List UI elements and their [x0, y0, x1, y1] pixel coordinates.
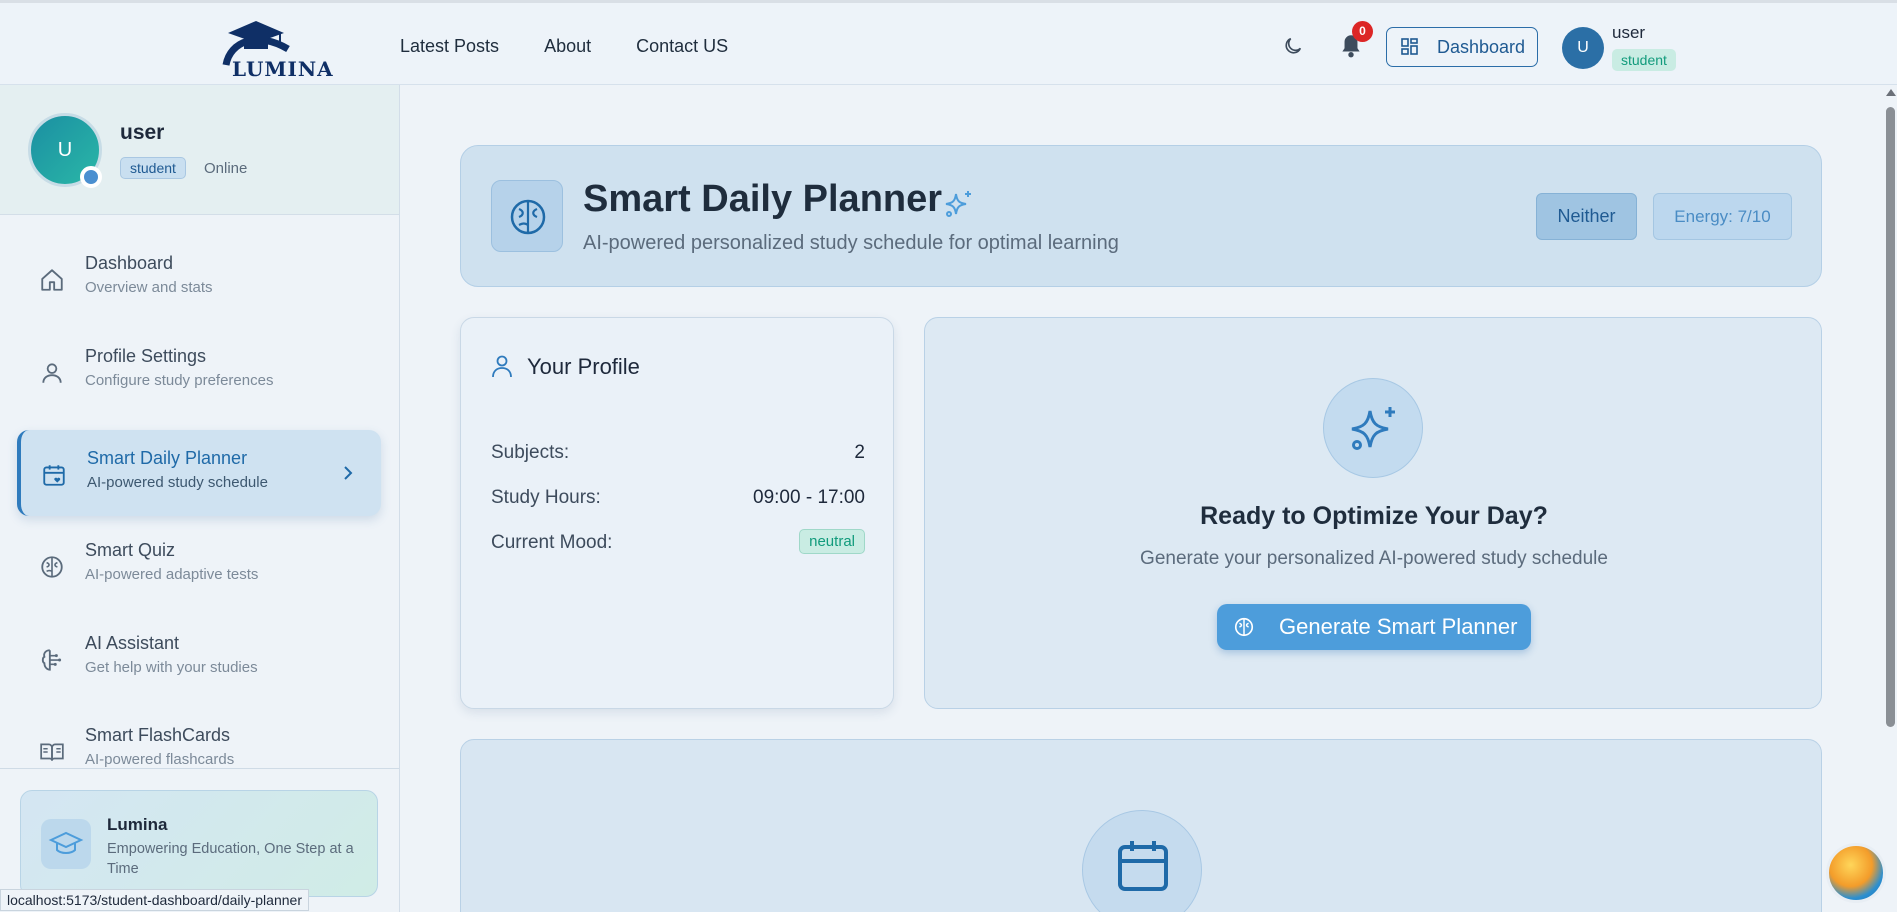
sidebar-item-subtitle: AI-powered adaptive tests — [85, 566, 259, 583]
user-role-badge: student — [1612, 49, 1676, 71]
sidebar-footer-card: Lumina Empowering Education, One Step at… — [20, 790, 378, 897]
sidebar-footer-icon-box — [41, 819, 91, 869]
chevron-right-icon — [344, 466, 353, 480]
sidebar-menu: Dashboard Overview and stats Profile Set… — [0, 235, 399, 770]
online-status-dot — [80, 166, 102, 188]
user-icon — [42, 363, 62, 383]
nav-link-about[interactable]: About — [544, 36, 591, 57]
ready-card-title: Ready to Optimize Your Day? — [1200, 502, 1548, 530]
brain-circuit-icon — [41, 649, 62, 671]
book-open-icon — [40, 743, 64, 761]
user-name: user — [1612, 23, 1646, 42]
nav-link-latest-posts[interactable]: Latest Posts — [400, 36, 499, 57]
generate-smart-planner-button[interactable]: Generate Smart Planner — [1217, 604, 1531, 650]
notification-count-badge: 0 — [1352, 21, 1373, 42]
profile-card-title: Your Profile — [527, 354, 640, 379]
lumina-logo[interactable]: LUMINA — [218, 19, 333, 81]
your-profile-card: Your Profile Subjects: 2 Study Hours: 09… — [460, 317, 894, 709]
sidebar-item-subtitle: Overview and stats — [85, 279, 213, 296]
sidebar-footer-tagline: Empowering Education, One Step at a Time — [107, 841, 354, 877]
profile-row-label: Current Mood: — [491, 532, 613, 553]
sidebar-item-profile-settings[interactable]: Profile Settings Configure study prefere… — [17, 328, 381, 414]
dashboard-button-label: Dashboard — [1437, 36, 1526, 57]
scrollbar-thumb[interactable] — [1886, 107, 1895, 727]
sidebar-item-title: Profile Settings — [85, 346, 207, 366]
ready-card-subtitle: Generate your personalized AI-powered st… — [1140, 548, 1608, 569]
brain-icon — [1234, 617, 1254, 637]
floating-assistant-button[interactable] — [1826, 843, 1886, 903]
sidebar-item-smart-daily-planner[interactable]: Smart Daily Planner AI-powered study sch… — [17, 430, 381, 516]
calendar-heart-icon — [43, 465, 65, 486]
graduation-cap-icon — [48, 831, 84, 854]
energy-level-chip: Energy: 7/10 — [1653, 193, 1792, 240]
grid-icon — [1401, 38, 1418, 55]
browser-status-url: localhost:5173/student-dashboard/daily-p… — [0, 889, 309, 911]
sidebar-item-subtitle: Configure study preferences — [85, 372, 274, 389]
nav-links: Latest Posts About Contact US — [400, 36, 728, 57]
home-icon — [41, 269, 63, 291]
top-navbar: LUMINA Latest Posts About Contact US 0 D… — [0, 0, 1897, 85]
schedule-placeholder-card — [460, 739, 1822, 912]
logo-text: LUMINA — [232, 57, 334, 81]
calendar-icon-circle — [1082, 810, 1202, 912]
user-avatar[interactable]: U — [1562, 27, 1604, 69]
sidebar-item-subtitle: Get help with your studies — [85, 659, 258, 676]
page-subtitle: AI-powered personalized study schedule f… — [583, 232, 1119, 254]
sparkles-icon — [1351, 407, 1395, 450]
sidebar-divider — [0, 768, 399, 769]
profile-row-subjects: Subjects: 2 — [491, 442, 865, 464]
scroll-up-arrow-icon[interactable] — [1886, 89, 1896, 96]
sidebar: U user student Online Dashboard Overview… — [0, 85, 400, 912]
sidebar-item-title: Smart FlashCards — [85, 725, 231, 745]
sidebar-item-subtitle: AI-powered study schedule — [87, 474, 268, 491]
profile-row-value: 09:00 - 17:00 — [753, 487, 865, 508]
sidebar-item-smart-quiz[interactable]: Smart Quiz AI-powered adaptive tests — [17, 522, 381, 608]
sparkles-icon-circle — [1323, 378, 1423, 478]
calendar-icon — [1118, 841, 1168, 891]
sidebar-item-title: Smart Quiz — [85, 540, 176, 560]
sidebar-item-subtitle: AI-powered flashcards — [85, 751, 235, 768]
sidebar-item-ai-assistant[interactable]: AI Assistant Get help with your studies — [17, 615, 381, 701]
page-scrollbar[interactable] — [1884, 85, 1897, 912]
planner-header-card: Smart Daily Planner AI-powered personali… — [460, 145, 1822, 287]
mood-badge: neutral — [799, 529, 865, 554]
sidebar-item-title: AI Assistant — [85, 633, 180, 653]
profile-row-label: Study Hours: — [491, 487, 601, 508]
profile-row-label: Subjects: — [491, 442, 570, 463]
planner-header-icon-box — [491, 180, 563, 252]
dashboard-button[interactable]: Dashboard — [1386, 27, 1538, 67]
profile-row-study-hours: Study Hours: 09:00 - 17:00 — [491, 487, 865, 509]
nav-link-contact-us[interactable]: Contact US — [636, 36, 728, 57]
profile-row-value: 2 — [854, 442, 865, 463]
generate-button-label: Generate Smart Planner — [1279, 614, 1518, 639]
sidebar-online-status: Online — [204, 160, 248, 177]
user-icon — [492, 355, 512, 378]
sidebar-item-title: Smart Daily Planner — [87, 448, 248, 468]
sidebar-profile: U user student Online — [0, 85, 399, 215]
moon-icon[interactable] — [1282, 35, 1304, 57]
profile-row-current-mood: Current Mood: neutral — [491, 529, 865, 554]
sidebar-item-dashboard[interactable]: Dashboard Overview and stats — [17, 235, 381, 321]
sidebar-item-title: Dashboard — [85, 253, 174, 273]
brain-icon — [41, 556, 63, 578]
sparkles-icon — [945, 191, 971, 217]
sidebar-role-badge: student — [120, 157, 186, 179]
generate-planner-card: Ready to Optimize Your Day? Generate you… — [924, 317, 1822, 709]
brain-icon — [510, 199, 546, 235]
sidebar-user-name: user — [120, 121, 165, 144]
page-title: Smart Daily Planner — [583, 178, 943, 220]
sidebar-footer-title: Lumina — [107, 815, 168, 834]
chronotype-chip: Neither — [1536, 193, 1637, 240]
sidebar-item-smart-flashcards[interactable]: Smart FlashCards AI-powered flashcards — [17, 707, 381, 770]
